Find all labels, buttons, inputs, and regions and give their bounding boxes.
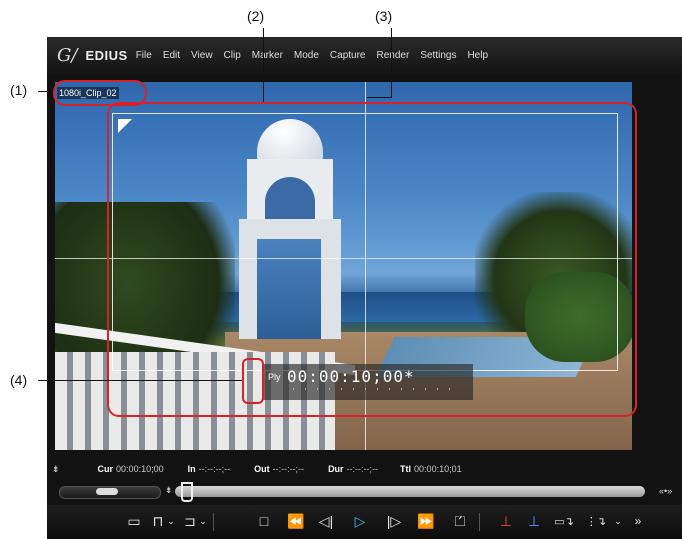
callout-2: (2): [247, 8, 265, 24]
dur-value: --:--:--;--: [346, 464, 379, 474]
ttl-label: Ttl: [400, 464, 412, 474]
insert-mode-icon[interactable]: ▭: [125, 511, 143, 531]
stop-icon[interactable]: □: [255, 511, 273, 531]
step-forward-icon[interactable]: |▷: [385, 511, 403, 531]
in-label: In: [187, 464, 196, 474]
dur-timecode: Dur --:--:--;--: [328, 464, 378, 474]
leader-line-3: [391, 28, 392, 98]
more-dropdown-icon[interactable]: ⌄: [613, 511, 623, 531]
menu-render[interactable]: Render: [377, 50, 410, 61]
loop-play-icon[interactable]: ⏍: [451, 511, 469, 531]
callout-box-4: [242, 358, 264, 404]
in-value: --:--:--;--: [198, 464, 231, 474]
menu-clip[interactable]: Clip: [224, 50, 241, 61]
menu-capture[interactable]: Capture: [330, 50, 366, 61]
grass-valley-logo-icon: G/: [57, 45, 78, 66]
cur-timecode: Cur 00:00:10;00: [98, 464, 164, 474]
info-marker-icon: ⇟: [52, 463, 60, 474]
playback-controls: ▭ ⊓ ⌄ ⊐ ⌄ □ ⏪ ◁| ▷ |▷ ⏩ ⏍ ⊥ ⊥ ▭↴ ⋮↴ ⌄ »: [47, 505, 682, 539]
callout-3: (3): [375, 8, 393, 24]
set-in-dropdown-icon[interactable]: ⌄: [166, 511, 176, 531]
step-back-icon[interactable]: ◁|: [317, 511, 335, 531]
ttl-value: 00:00:10;01: [414, 464, 462, 474]
dur-label: Dur: [328, 464, 344, 474]
timecode-info-bar: ⇟ Cur 00:00:10;00 In --:--:--;-- Out --:--:…: [47, 459, 682, 479]
leader-line-2: [263, 28, 264, 102]
menu-marker[interactable]: Marker: [252, 50, 283, 61]
seek-marker-icon: ⇟: [165, 485, 173, 495]
menu-file[interactable]: File: [136, 50, 152, 61]
separator: [213, 513, 214, 531]
cur-value: 00:00:10;00: [116, 464, 164, 474]
callout-4: (4): [10, 372, 28, 388]
menu-mode[interactable]: Mode: [294, 50, 319, 61]
shuttle-knob[interactable]: [96, 488, 118, 495]
insert-to-timeline-icon[interactable]: ⊥: [495, 511, 517, 531]
out-timecode: Out --:--:--;--: [254, 464, 304, 474]
seek-row: ⇟ «•»: [47, 481, 682, 502]
out-value: --:--:--;--: [272, 464, 305, 474]
play-icon[interactable]: ▷: [351, 511, 369, 531]
match-frame-dropdown-icon[interactable]: ⋮↴: [585, 511, 607, 531]
callout-box-2: [107, 102, 637, 417]
in-timecode: In --:--:--;--: [188, 464, 230, 474]
more-icon[interactable]: »: [629, 511, 647, 531]
playhead-handle[interactable]: [181, 482, 193, 502]
cur-label: Cur: [97, 464, 114, 474]
menu-help[interactable]: Help: [467, 50, 488, 61]
app-logo: G/ EDIUS: [57, 45, 128, 66]
leader-line-4: [38, 380, 242, 381]
callout-1: (1): [10, 82, 28, 98]
menu-view[interactable]: View: [191, 50, 213, 61]
audio-monitor-icon[interactable]: «•»: [659, 486, 672, 496]
menu-edit[interactable]: Edit: [163, 50, 180, 61]
shuttle-slider[interactable]: [59, 486, 161, 499]
overwrite-to-timeline-icon[interactable]: ⊥: [523, 511, 545, 531]
set-out-dropdown-icon[interactable]: ⌄: [198, 511, 208, 531]
app-name: EDIUS: [85, 48, 128, 63]
set-out-icon[interactable]: ⊐: [181, 511, 199, 531]
menu-bar: G/ EDIUS File Edit View Clip Marker Mode…: [47, 37, 682, 74]
rewind-icon[interactable]: ⏪: [285, 511, 307, 531]
leader-line-1: [38, 91, 53, 92]
set-in-icon[interactable]: ⊓: [149, 511, 167, 531]
leader-line-3-h: [367, 97, 391, 98]
match-frame-icon[interactable]: ▭↴: [553, 511, 575, 531]
ttl-timecode: Ttl 00:00:10;01: [400, 464, 462, 474]
separator: [479, 513, 480, 531]
fast-forward-icon[interactable]: ⏩: [415, 511, 437, 531]
menu-settings[interactable]: Settings: [420, 50, 456, 61]
position-slider[interactable]: [175, 486, 645, 497]
out-label: Out: [254, 464, 270, 474]
